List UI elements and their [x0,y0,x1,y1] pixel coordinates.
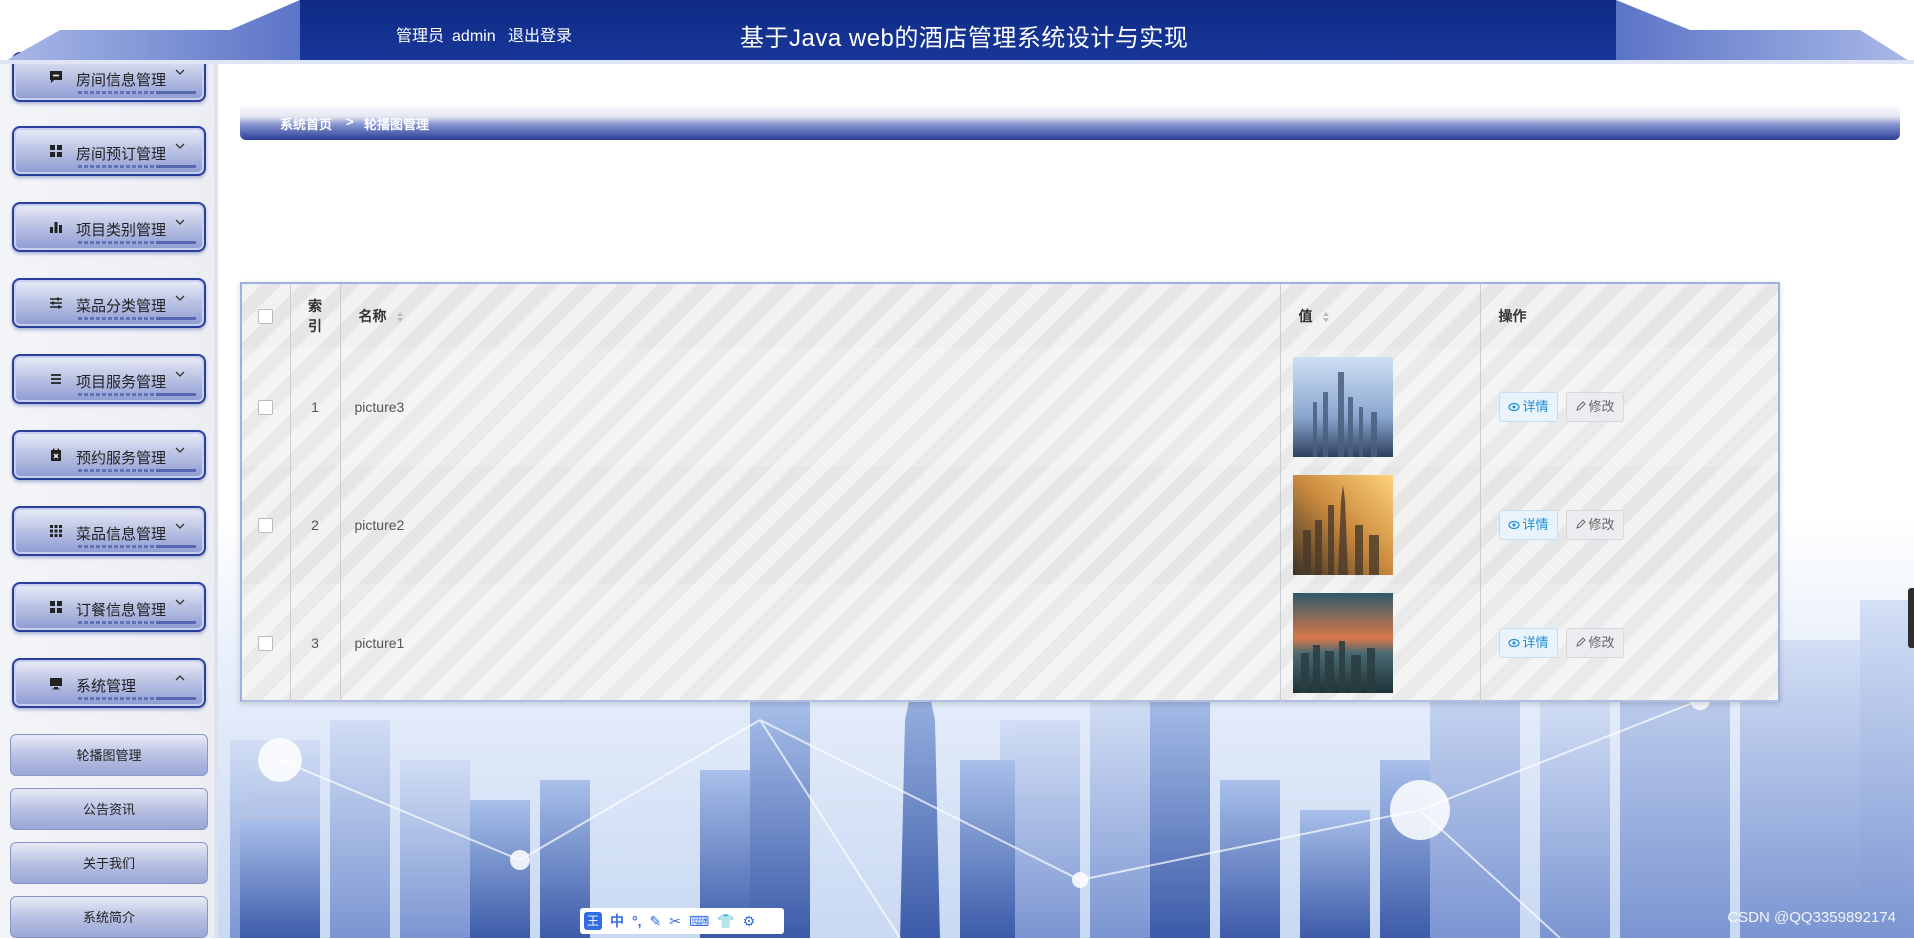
header-actions: 操作 [1498,308,1527,324]
sidebar-item-label: 预约服务管理 [76,450,167,467]
pencil-icon [1575,519,1586,529]
comment-icon [50,71,62,83]
calendar-x-icon [51,448,61,461]
sidebar-item-appointment-service[interactable]: 预约服务管理 [12,430,206,480]
row-checkbox[interactable] [258,518,274,534]
ime-keyboard-icon[interactable]: ⌨ [689,913,709,930]
sort-icon [397,312,404,323]
monitor-icon [50,678,62,690]
chevron-down-icon [175,219,185,225]
grid-3x3-icon [50,525,62,537]
user-info: 管理员 admin 退出登录 [396,22,580,46]
breadcrumb-separator: > [346,114,354,129]
page-title: 基于Java web的酒店管理系统设计与实现 [740,25,1189,52]
sidebar-item-room-booking[interactable]: 房间预订管理 [12,126,206,176]
row-name: picture2 [340,466,1281,584]
sidebar-item-label: 房间信息管理 [76,72,167,89]
table-row: 2 picture2 详情 修改 [242,466,1778,584]
chevron-down-icon [175,599,185,605]
edit-button[interactable]: 修改 [1565,392,1624,422]
ime-punct-icon[interactable]: °, [632,913,642,929]
row-checkbox[interactable] [258,400,274,416]
chevron-up-icon [175,675,185,681]
row-index: 1 [290,348,341,466]
row-index: 2 [290,466,341,584]
edit-button[interactable]: 修改 [1565,510,1624,540]
chevron-down-icon [175,69,185,75]
pencil-icon [1575,401,1586,411]
top-header: 管理员 admin 退出登录 基于Java web的酒店管理系统设计与实现 [0,0,1914,64]
select-all-cell [242,284,291,348]
sidebar-item-label: 房间预订管理 [76,146,167,163]
sidebar-item-project-service[interactable]: 项目服务管理 [12,354,206,404]
watermark: CSDN @QQ3359892174 [1727,909,1896,926]
submenu-system-intro[interactable]: 系统简介 [10,896,208,938]
sliders-icon [50,297,62,309]
sidebar-item-label: 项目服务管理 [76,374,167,391]
logout-link[interactable]: 退出登录 [508,28,572,45]
row-name: picture1 [340,584,1281,702]
breadcrumb: 系统首页 > 轮播图管理 [240,104,1900,140]
chevron-down-icon [175,295,185,301]
header-value[interactable]: 值 [1280,284,1481,348]
bar-chart-icon [50,222,62,233]
edit-button[interactable]: 修改 [1565,628,1624,658]
sidebar-item-system[interactable]: 系统管理 [12,658,206,708]
list-icon [51,374,61,384]
sidebar-item-label: 系统管理 [76,678,137,695]
sidebar-item-label: 菜品分类管理 [76,298,167,315]
chevron-down-icon [175,371,185,377]
breadcrumb-current: 轮播图管理 [364,117,430,132]
sort-icon [1323,312,1330,323]
chevron-down-icon [175,447,185,453]
detail-button[interactable]: 详情 [1498,510,1558,540]
select-all-checkbox[interactable] [258,309,274,325]
ime-logo-icon[interactable]: 王 [584,912,602,930]
detail-button[interactable]: 详情 [1498,392,1558,422]
side-scroll-tab[interactable] [1908,588,1914,648]
ime-skin-icon[interactable]: 👕 [717,913,734,930]
row-checkbox[interactable] [258,636,274,652]
carousel-thumbnail[interactable] [1292,475,1393,575]
breadcrumb-home[interactable]: 系统首页 [280,114,332,133]
grid-icon [50,601,62,613]
ime-settings-icon[interactable]: ⚙ [743,913,756,930]
carousel-thumbnail[interactable] [1292,357,1393,457]
table-row: 3 picture1 详情 修改 [242,584,1778,702]
header-index: 索引 [290,284,341,348]
table-row: 1 picture3 详情 修改 [242,348,1778,466]
ime-lang-toggle[interactable]: 中 [610,911,624,931]
submenu-carousel[interactable]: 轮播图管理 [10,734,208,776]
pencil-icon [1575,637,1586,647]
row-index: 3 [290,584,341,702]
chevron-down-icon [175,523,185,529]
sidebar-item-order-info[interactable]: 订餐信息管理 [12,582,206,632]
detail-button[interactable]: 详情 [1498,628,1558,658]
sidebar-item-project-category[interactable]: 项目类别管理 [12,202,206,252]
eye-icon [1507,520,1520,530]
submenu-announcements[interactable]: 公告资讯 [10,788,208,830]
ime-pen-icon[interactable]: ✎ [650,913,662,930]
ime-cut-icon[interactable]: ✂ [669,913,681,930]
sidebar-item-label: 菜品信息管理 [76,526,167,543]
sidebar-item-label: 项目类别管理 [76,222,167,239]
username: admin [452,28,496,45]
eye-icon [1507,402,1520,412]
sidebar-item-dish-category[interactable]: 菜品分类管理 [12,278,206,328]
row-name: picture3 [340,348,1281,466]
grid-icon [50,145,62,157]
header-name[interactable]: 名称 [340,284,1281,348]
carousel-table: 索引 名称 值 操作 1 picture3 详情 修改 2 picture2 详… [240,282,1780,702]
sidebar-item-label: 订餐信息管理 [76,602,167,619]
sidebar-item-dish-info[interactable]: 菜品信息管理 [12,506,206,556]
carousel-thumbnail[interactable] [1292,593,1393,693]
submenu-about-us[interactable]: 关于我们 [10,842,208,884]
sidebar: 房间信息管理 房间预订管理 项目类别管理 菜品分类管理 项目服务管理 预约服务管… [0,52,218,938]
eye-icon [1507,638,1520,648]
ime-toolbar[interactable]: 王 中 °, ✎ ✂ ⌨ 👕 ⚙ [580,908,784,934]
user-role: 管理员 [396,28,445,45]
chevron-down-icon [175,143,185,149]
